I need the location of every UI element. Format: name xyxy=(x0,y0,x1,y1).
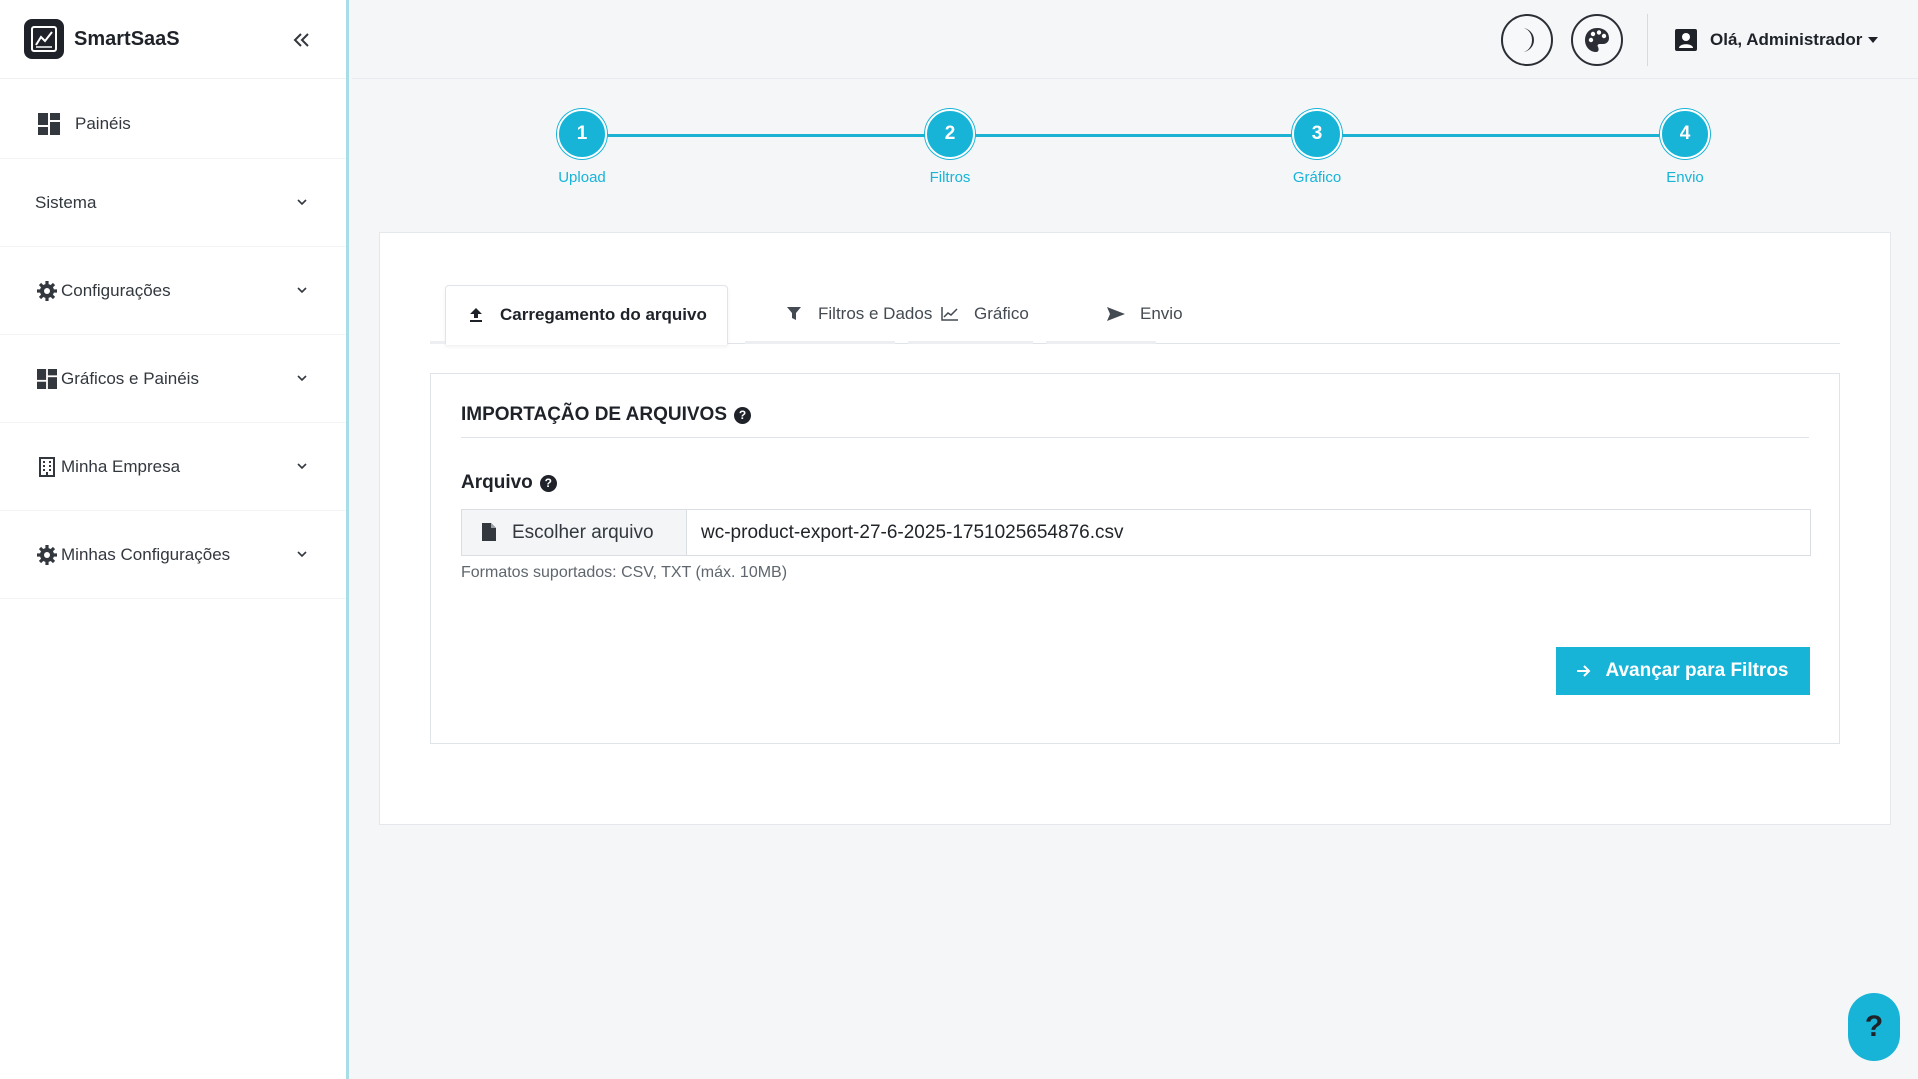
tab-bar: Carregamento do arquivo Filtros e Dados … xyxy=(430,285,1840,345)
help-icon[interactable]: ? xyxy=(539,474,557,492)
step-grafico[interactable]: 3 Gráfico xyxy=(1257,109,1377,186)
next-button-label: Avançar para Filtros xyxy=(1605,660,1789,681)
choose-file-label: Escolher arquivo xyxy=(512,521,654,543)
sidebar: SmartSaaS Painéis Sistema Configurações … xyxy=(0,0,349,1079)
sidebar-item-paineis[interactable]: Painéis xyxy=(0,89,346,159)
tab-carregamento-do-arquivo[interactable]: Carregamento do arquivo xyxy=(445,285,728,345)
step-number: 1 xyxy=(557,109,607,159)
next-to-filters-button[interactable]: Avançar para Filtros xyxy=(1556,647,1810,695)
tab-filtros-e-dados[interactable]: Filtros e Dados xyxy=(784,285,932,343)
step-label: Filtros xyxy=(929,169,971,186)
file-input[interactable]: Escolher arquivo wc-product-export-27-6-… xyxy=(461,509,1811,556)
brand-logo[interactable] xyxy=(24,19,64,59)
sidebar-nav: Painéis Sistema Configurações Gráficos e… xyxy=(0,79,346,599)
tab-grafico[interactable]: Gráfico xyxy=(940,285,1029,343)
step-upload[interactable]: 1 Upload xyxy=(522,109,642,186)
send-icon xyxy=(1106,304,1126,324)
brand-name[interactable]: SmartSaaS xyxy=(74,28,180,51)
file-field-label: Arquivo ? xyxy=(461,472,557,494)
main-card: Carregamento do arquivo Filtros e Dados … xyxy=(379,232,1891,825)
step-number: 2 xyxy=(925,109,975,159)
sidebar-collapse-button[interactable] xyxy=(288,26,316,54)
chevron-down-icon xyxy=(294,459,310,475)
sidebar-item-label: Minhas Configurações xyxy=(61,544,231,564)
topbar-divider xyxy=(1647,14,1648,66)
choose-file-button[interactable]: Escolher arquivo xyxy=(462,510,687,555)
line-chart-icon xyxy=(940,304,960,324)
filter-icon xyxy=(784,304,804,324)
tab-label: Envio xyxy=(1140,304,1183,323)
user-menu[interactable]: Olá, Administrador xyxy=(1674,24,1879,56)
sidebar-item-sistema[interactable]: Sistema xyxy=(0,159,346,247)
gear-icon xyxy=(35,279,59,303)
sidebar-item-graficos-e-paineis[interactable]: Gráficos e Painéis xyxy=(0,335,346,423)
supported-formats-hint: Formatos suportados: CSV, TXT (máx. 10MB… xyxy=(461,564,788,581)
chevron-down-icon xyxy=(294,371,310,387)
file-field-label-text: Arquivo xyxy=(461,472,533,493)
help-icon[interactable]: ? xyxy=(734,406,752,424)
user-greeting: Olá, Administrador xyxy=(1710,30,1863,49)
chart-logo-icon xyxy=(31,26,57,52)
arrow-right-icon xyxy=(1577,665,1591,677)
sidebar-item-label: Configurações xyxy=(61,280,171,300)
tab-label: Filtros e Dados xyxy=(818,304,933,323)
topbar: Olá, Administrador xyxy=(352,0,1918,79)
palette-icon xyxy=(1585,28,1609,52)
palette-button[interactable] xyxy=(1571,14,1623,66)
tab-underline xyxy=(430,341,445,344)
file-import-panel: IMPORTAÇÃO DE ARQUIVOS ? Arquivo ? Escol… xyxy=(430,373,1840,744)
tab-label: Carregamento do arquivo xyxy=(500,305,707,324)
sidebar-item-minhas-configuracoes[interactable]: Minhas Configurações xyxy=(0,511,346,599)
wizard-stepper: 1 Upload 2 Filtros 3 Gráfico 4 Envio xyxy=(352,79,1918,199)
file-icon xyxy=(482,522,498,543)
chevron-down-icon xyxy=(294,195,310,211)
user-badge-icon xyxy=(1675,29,1697,51)
tab-label: Gráfico xyxy=(974,304,1029,323)
step-label: Envio xyxy=(1666,169,1704,186)
sidebar-item-label: Sistema xyxy=(35,192,97,212)
sidebar-item-label: Minha Empresa xyxy=(61,456,181,476)
sidebar-item-minha-empresa[interactable]: Minha Empresa xyxy=(0,423,346,511)
sidebar-item-configuracoes[interactable]: Configurações xyxy=(0,247,346,335)
gear-icon xyxy=(35,543,59,567)
caret-down-icon xyxy=(1868,37,1879,43)
step-filtros[interactable]: 2 Filtros xyxy=(890,109,1010,186)
step-label: Gráfico xyxy=(1292,169,1342,186)
tab-envio[interactable]: Envio xyxy=(1106,285,1183,343)
panel-divider xyxy=(461,437,1809,438)
brand: SmartSaaS xyxy=(0,0,346,79)
double-chevron-left-icon xyxy=(293,33,309,47)
upload-icon xyxy=(466,305,486,325)
sidebar-item-label: Painéis xyxy=(75,113,131,133)
help-button[interactable]: ? xyxy=(1848,993,1900,1061)
panel-title: IMPORTAÇÃO DE ARQUIVOS ? xyxy=(461,404,752,426)
stepper-line xyxy=(582,134,1682,137)
step-number: 3 xyxy=(1292,109,1342,159)
step-envio[interactable]: 4 Envio xyxy=(1625,109,1745,186)
dashboard-icon xyxy=(35,367,59,391)
chevron-down-icon xyxy=(294,547,310,563)
step-label: Upload xyxy=(558,169,606,186)
step-number: 4 xyxy=(1660,109,1710,159)
sidebar-item-label: Gráficos e Painéis xyxy=(61,368,199,388)
chevron-down-icon xyxy=(294,283,310,299)
panel-title-text: IMPORTAÇÃO DE ARQUIVOS xyxy=(461,404,728,425)
theme-toggle-button[interactable] xyxy=(1501,14,1553,66)
dashboard-icon xyxy=(37,112,61,136)
selected-file-name: wc-product-export-27-6-2025-175102565487… xyxy=(701,521,1124,543)
moon-icon xyxy=(1522,28,1534,52)
building-icon xyxy=(35,455,59,479)
